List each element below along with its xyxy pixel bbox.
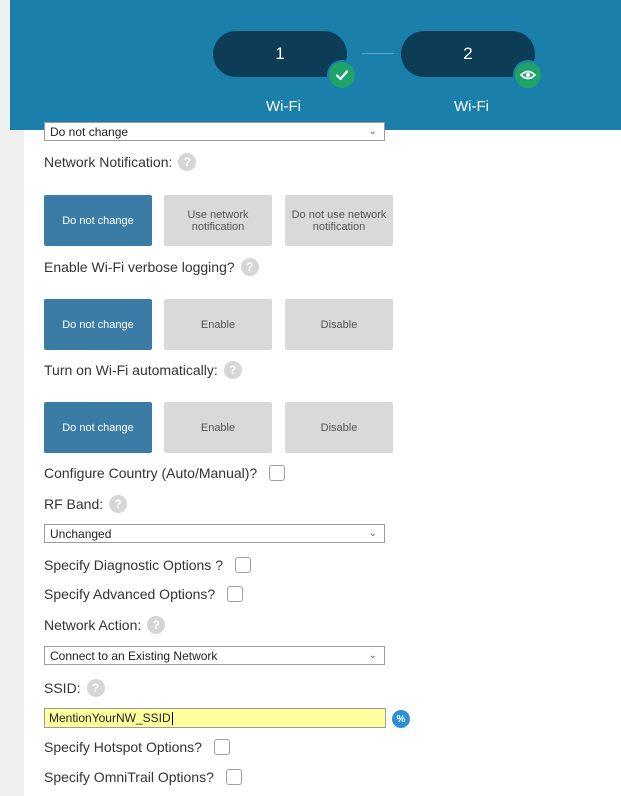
network-notification-option-do-not-change[interactable]: Do not change xyxy=(44,195,152,246)
omnitrail-options-field: Specify OmniTrail Options? xyxy=(44,769,242,785)
top-select[interactable]: Do not change ⌄ xyxy=(44,122,385,141)
variable-insert-icon[interactable]: % xyxy=(392,710,410,728)
diagnostic-options-field: Specify Diagnostic Options ? xyxy=(44,557,251,573)
help-icon[interactable]: ? xyxy=(86,679,105,697)
option-label: Disable xyxy=(320,318,358,331)
diagnostic-options-checkbox[interactable] xyxy=(234,557,251,573)
omnitrail-options-label: Specify OmniTrail Options? xyxy=(44,769,214,785)
wifi-auto-label-text: Turn on Wi-Fi automatically: xyxy=(44,362,218,378)
wizard-header: 1 2 Wi-Fi Wi-Fi xyxy=(10,0,621,130)
rf-band-label: RF Band: ? xyxy=(44,495,128,513)
chevron-down-icon: ⌄ xyxy=(368,650,377,661)
rf-band-select[interactable]: Unchanged ⌄ xyxy=(44,524,385,543)
verbose-logging-label-text: Enable Wi-Fi verbose logging? xyxy=(44,259,235,275)
hotspot-options-label: Specify Hotspot Options? xyxy=(44,739,202,755)
wizard-step-1-label: Wi-Fi xyxy=(266,98,301,115)
chevron-down-icon: ⌄ xyxy=(368,126,377,137)
option-label: Do not use network notification xyxy=(291,208,387,233)
option-label: Do not change xyxy=(62,421,134,434)
wifi-auto-option-disable[interactable]: Disable xyxy=(285,402,393,453)
option-label: Do not change xyxy=(62,318,134,331)
diagnostic-options-label: Specify Diagnostic Options ? xyxy=(44,557,223,573)
network-action-select-value: Connect to an Existing Network xyxy=(50,648,218,663)
option-label: Use network notification xyxy=(187,208,249,233)
ssid-label: SSID: ? xyxy=(44,679,105,697)
hotspot-options-checkbox[interactable] xyxy=(213,739,230,755)
help-icon[interactable]: ? xyxy=(223,361,242,379)
verbose-logging-option-do-not-change[interactable]: Do not change xyxy=(44,299,152,350)
ssid-input[interactable]: MentionYourNW_SSID xyxy=(44,708,386,728)
network-notification-option-do-not-use[interactable]: Do not use network notification xyxy=(285,195,393,246)
help-icon[interactable]: ? xyxy=(147,616,166,634)
ssid-label-text: SSID: xyxy=(44,680,81,696)
verbose-logging-option-disable[interactable]: Disable xyxy=(285,299,393,350)
rf-band-label-text: RF Band: xyxy=(44,496,104,512)
wifi-auto-label: Turn on Wi-Fi automatically: ? xyxy=(44,361,242,379)
advanced-options-field: Specify Advanced Options? xyxy=(44,586,244,602)
help-icon[interactable]: ? xyxy=(178,153,197,171)
eye-icon xyxy=(513,60,543,90)
check-icon xyxy=(327,60,357,90)
help-icon[interactable]: ? xyxy=(240,258,259,276)
option-label: Enable xyxy=(200,318,236,331)
option-label: Disable xyxy=(320,421,358,434)
verbose-logging-option-enable[interactable]: Enable xyxy=(164,299,272,350)
configure-country-checkbox[interactable] xyxy=(269,465,286,481)
configure-country-label: Configure Country (Auto/Manual)? xyxy=(44,465,258,481)
network-notification-option-use[interactable]: Use network notification xyxy=(164,195,272,246)
network-action-select[interactable]: Connect to an Existing Network ⌄ xyxy=(44,646,385,665)
rf-band-select-value: Unchanged xyxy=(50,526,112,541)
wizard-step-2-number: 2 xyxy=(463,44,473,63)
network-action-label: Network Action: ? xyxy=(44,616,166,634)
help-icon[interactable]: ? xyxy=(109,495,128,513)
wizard-step-1-number: 1 xyxy=(275,44,285,63)
option-label: Enable xyxy=(200,421,236,434)
wifi-auto-option-do-not-change[interactable]: Do not change xyxy=(44,402,152,453)
network-notification-label: Network Notification: ? xyxy=(44,153,197,171)
network-action-label-text: Network Action: xyxy=(44,617,142,633)
hotspot-options-field: Specify Hotspot Options? xyxy=(44,739,230,755)
verbose-logging-label: Enable Wi-Fi verbose logging? ? xyxy=(44,258,259,276)
wifi-auto-option-enable[interactable]: Enable xyxy=(164,402,272,453)
advanced-options-checkbox[interactable] xyxy=(227,586,244,602)
advanced-options-label: Specify Advanced Options? xyxy=(44,586,216,602)
top-select-value: Do not change xyxy=(50,124,129,139)
ssid-input-value: MentionYourNW_SSID xyxy=(49,711,171,725)
text-caret xyxy=(171,711,173,725)
configure-country-field: Configure Country (Auto/Manual)? xyxy=(44,465,286,481)
network-notification-label-text: Network Notification: xyxy=(44,154,173,170)
option-label: Do not change xyxy=(62,214,134,227)
wizard-step-connector xyxy=(362,53,394,54)
chevron-down-icon: ⌄ xyxy=(368,528,377,539)
omnitrail-options-checkbox[interactable] xyxy=(225,769,242,785)
wizard-step-2-label: Wi-Fi xyxy=(454,98,489,115)
